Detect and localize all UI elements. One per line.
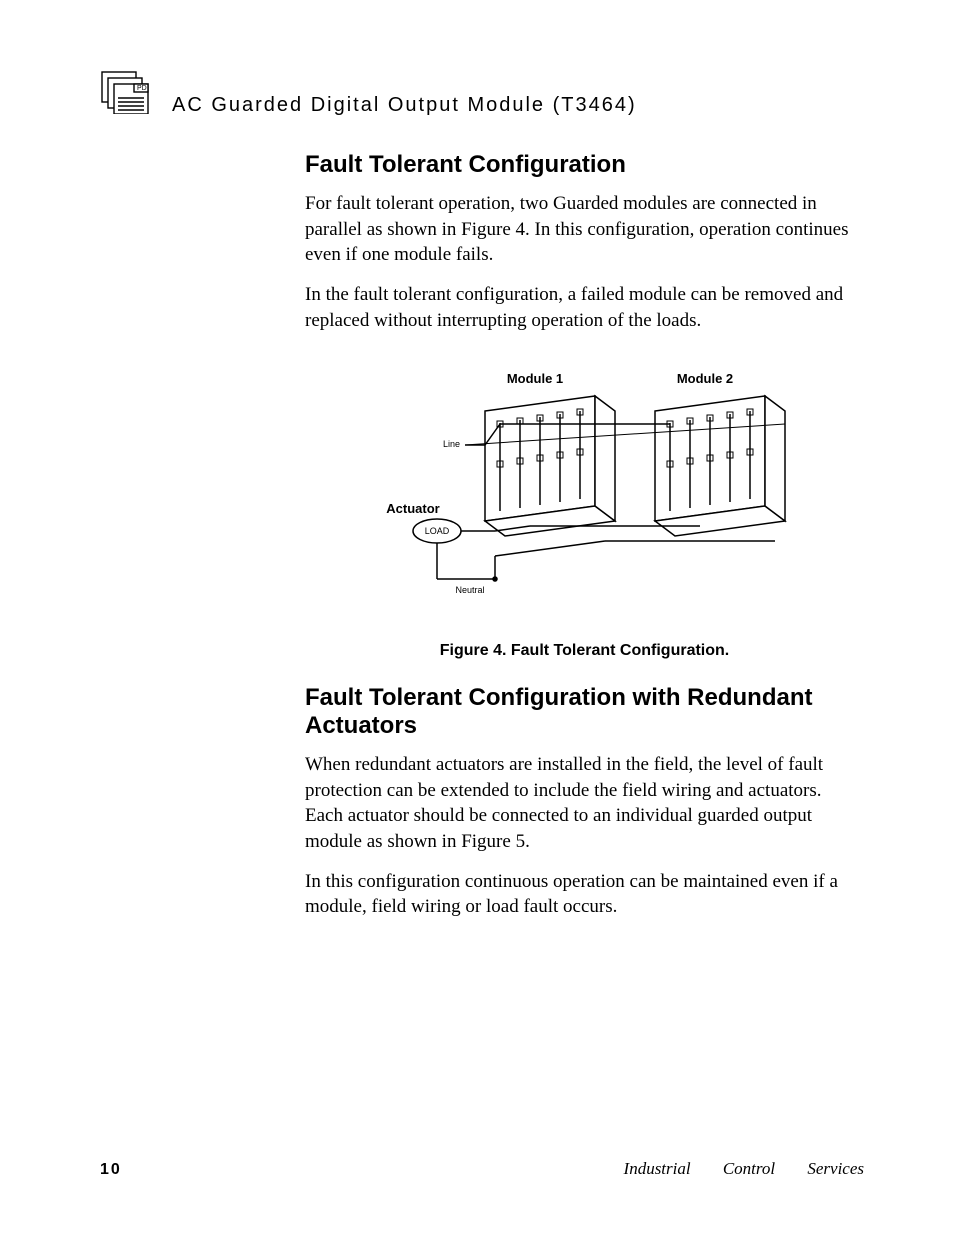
figure-label-module2: Module 2 bbox=[676, 371, 732, 386]
header-title: AC Guarded Digital Output Module (T3464) bbox=[172, 94, 637, 119]
section2-heading: Fault Tolerant Configuration with Redund… bbox=[305, 684, 864, 740]
figure-label-neutral: Neutral bbox=[455, 585, 484, 595]
figure-4-caption: Figure 4. Fault Tolerant Configuration. bbox=[305, 642, 864, 660]
figure-label-load: LOAD bbox=[424, 526, 449, 536]
section2-para1: When redundant actuators are installed i… bbox=[305, 752, 864, 855]
page: PD AC Guarded Digital Output Module (T34… bbox=[0, 0, 954, 1235]
page-footer: 10 Industrial Control Services bbox=[100, 1159, 864, 1179]
section1-para2: In the fault tolerant configuration, a f… bbox=[305, 282, 864, 333]
figure-label-actuator: Actuator bbox=[386, 501, 439, 516]
document-icon: PD bbox=[100, 70, 154, 119]
page-number: 10 bbox=[100, 1161, 122, 1179]
header-icon-label: PD bbox=[137, 85, 147, 92]
section2-para2: In this configuration continuous operati… bbox=[305, 869, 864, 920]
figure-label-line: Line bbox=[442, 439, 459, 449]
module1-box bbox=[485, 396, 615, 536]
module2-box bbox=[655, 396, 785, 536]
figure-4-diagram: Module 1 Module 2 bbox=[365, 361, 805, 611]
figure-label-module1: Module 1 bbox=[506, 371, 562, 386]
section1-para1: For fault tolerant operation, two Guarde… bbox=[305, 191, 864, 268]
figure-4: Module 1 Module 2 bbox=[305, 361, 864, 616]
content-area: Fault Tolerant Configuration For fault t… bbox=[305, 151, 864, 920]
footer-text: Industrial Control Services bbox=[624, 1159, 864, 1179]
section1-heading: Fault Tolerant Configuration bbox=[305, 151, 864, 179]
page-header: PD AC Guarded Digital Output Module (T34… bbox=[100, 70, 864, 119]
